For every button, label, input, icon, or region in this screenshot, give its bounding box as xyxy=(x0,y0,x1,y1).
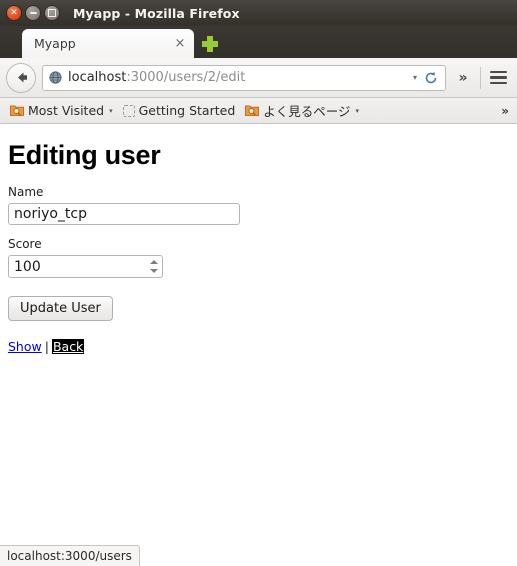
update-user-button[interactable]: Update User xyxy=(8,296,113,321)
reload-button[interactable] xyxy=(423,70,439,86)
status-text: localhost:3000/users xyxy=(7,549,132,563)
back-button[interactable] xyxy=(6,62,36,93)
chevron-down-icon: ▾ xyxy=(109,106,113,115)
url-host: localhost xyxy=(68,70,127,85)
new-tab-button[interactable] xyxy=(197,30,223,58)
dashed-placeholder-icon xyxy=(122,104,135,117)
bookmark-yoku-miru-page[interactable]: よく見るページ ▾ xyxy=(240,99,364,122)
url-text: localhost:3000/users/2/edit xyxy=(68,70,413,85)
url-path: :3000/users/2/edit xyxy=(126,70,246,85)
browser-window: ✕ Myapp - Mozilla Firefox Myapp × localh… xyxy=(0,0,517,566)
close-icon: ✕ xyxy=(10,7,18,18)
page-title: Editing user xyxy=(8,140,161,170)
spinner-up-icon[interactable] xyxy=(149,259,158,264)
tab-close-icon[interactable]: × xyxy=(172,36,188,52)
folder-search-icon xyxy=(245,104,260,117)
menu-icon-line xyxy=(489,76,507,79)
toolbar-overflow-button[interactable]: » xyxy=(450,64,476,92)
page-content: Editing user Name Score Update User Show… xyxy=(0,124,517,566)
reload-icon xyxy=(425,71,437,83)
score-input[interactable] xyxy=(8,255,163,278)
bookmark-most-visited[interactable]: Most Visited ▾ xyxy=(5,101,118,120)
status-bar: localhost:3000/users xyxy=(0,545,140,566)
spinner-down-icon[interactable] xyxy=(149,269,158,274)
folder-search-icon xyxy=(10,104,24,117)
hamburger-menu-button[interactable] xyxy=(485,64,511,92)
tab-strip: Myapp × xyxy=(0,26,517,58)
score-input-wrapper xyxy=(8,255,163,278)
back-link[interactable]: Back xyxy=(51,339,85,354)
minimize-icon xyxy=(29,12,37,14)
back-arrow-icon xyxy=(17,72,27,83)
close-window-button[interactable]: ✕ xyxy=(6,5,22,21)
bookmark-label: Getting Started xyxy=(138,103,236,118)
plus-icon xyxy=(202,36,218,52)
number-spinner[interactable] xyxy=(148,257,159,276)
bookmark-label: Most Visited xyxy=(28,103,105,118)
bookmark-label: よく見るページ xyxy=(263,104,351,119)
maximize-icon xyxy=(48,9,56,17)
menu-icon-line xyxy=(489,81,507,85)
link-separator: | xyxy=(44,339,49,354)
action-links: Show | Back xyxy=(8,339,509,354)
globe-icon xyxy=(49,71,63,84)
url-bar[interactable]: localhost:3000/users/2/edit ▾ xyxy=(42,64,446,91)
bookmarks-overflow-button[interactable]: » xyxy=(501,104,512,118)
maximize-window-button[interactable] xyxy=(44,5,60,21)
navigation-toolbar: localhost:3000/users/2/edit ▾ » xyxy=(0,58,517,98)
score-field-group: Score xyxy=(8,237,509,278)
window-title: Myapp - Mozilla Firefox xyxy=(73,5,240,21)
chevron-down-icon: ▾ xyxy=(355,106,360,115)
tab-label: Myapp xyxy=(34,36,76,51)
bookmarks-bar: Most Visited ▾ Getting Started よく見るページ ▾… xyxy=(0,98,517,124)
title-bar: ✕ Myapp - Mozilla Firefox xyxy=(0,0,517,26)
name-input[interactable] xyxy=(8,203,240,225)
tab-myapp[interactable]: Myapp × xyxy=(22,29,194,58)
minimize-window-button[interactable] xyxy=(25,5,41,21)
toolbar-divider xyxy=(480,66,481,89)
score-label: Score xyxy=(8,237,42,251)
name-field-group: Name xyxy=(8,185,509,225)
menu-icon-line xyxy=(489,70,507,74)
name-label: Name xyxy=(8,185,44,199)
show-link[interactable]: Show xyxy=(8,339,42,354)
url-dropdown-icon[interactable]: ▾ xyxy=(413,73,417,82)
bookmark-getting-started[interactable]: Getting Started xyxy=(118,101,241,120)
